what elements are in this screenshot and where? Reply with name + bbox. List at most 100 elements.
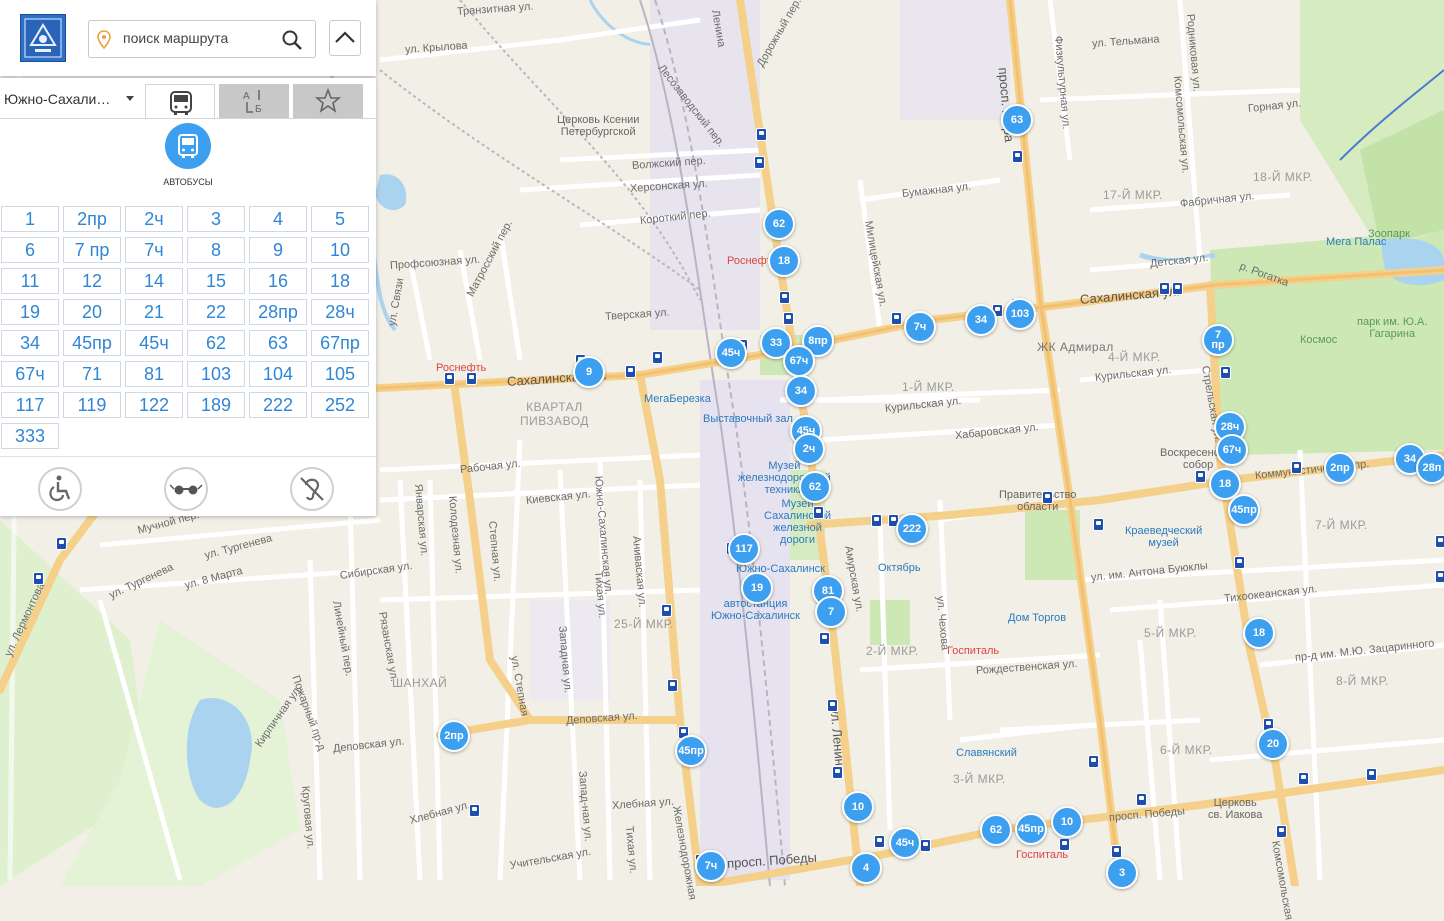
- route-button[interactable]: 222: [249, 392, 307, 418]
- bus-stop-icon[interactable]: [466, 372, 477, 385]
- route-button[interactable]: 189: [187, 392, 245, 418]
- wheelchair-filter-button[interactable]: [38, 467, 82, 511]
- route-button[interactable]: 12: [63, 268, 121, 294]
- bus-stop-icon[interactable]: [1195, 470, 1206, 483]
- bus-type-button[interactable]: [165, 123, 211, 169]
- route-marker[interactable]: 18: [1243, 617, 1275, 649]
- route-marker[interactable]: 45ч: [889, 827, 921, 859]
- route-marker[interactable]: 3: [1106, 857, 1138, 889]
- route-button[interactable]: 28ч: [311, 299, 369, 325]
- tab-a-to-b[interactable]: AБ: [219, 84, 289, 118]
- route-button[interactable]: 22: [187, 299, 245, 325]
- route-button[interactable]: 7 пр: [63, 237, 121, 263]
- route-button[interactable]: 6: [1, 237, 59, 263]
- route-marker[interactable]: 67ч: [1216, 434, 1248, 466]
- route-marker[interactable]: 28п: [1416, 452, 1444, 484]
- bus-stop-icon[interactable]: [756, 128, 767, 141]
- bus-stop-icon[interactable]: [783, 312, 794, 325]
- route-marker[interactable]: 7ч: [695, 850, 727, 882]
- route-marker[interactable]: 7 пр: [1202, 324, 1234, 356]
- bus-stop-icon[interactable]: [1291, 461, 1302, 474]
- route-button[interactable]: 122: [125, 392, 183, 418]
- route-marker[interactable]: 103: [1004, 298, 1036, 330]
- route-button[interactable]: 3: [187, 206, 245, 232]
- bus-stop-icon[interactable]: [1159, 282, 1170, 295]
- bus-stop-icon[interactable]: [33, 572, 44, 585]
- bus-stop-icon[interactable]: [1220, 366, 1231, 379]
- route-marker[interactable]: 45пр: [1015, 813, 1047, 845]
- route-button[interactable]: 16: [249, 268, 307, 294]
- route-button[interactable]: 4: [249, 206, 307, 232]
- route-button[interactable]: 105: [311, 361, 369, 387]
- route-marker[interactable]: 62: [799, 471, 831, 503]
- route-marker[interactable]: 34: [965, 304, 997, 336]
- hearing-filter-button[interactable]: [290, 467, 334, 511]
- bus-stop-icon[interactable]: [1276, 825, 1287, 838]
- route-button[interactable]: 14: [125, 268, 183, 294]
- route-button[interactable]: 67ч: [1, 361, 59, 387]
- route-marker[interactable]: 2пр: [1324, 452, 1356, 484]
- route-button[interactable]: 45ч: [125, 330, 183, 356]
- bus-stop-icon[interactable]: [1366, 768, 1377, 781]
- route-marker[interactable]: 62: [980, 814, 1012, 846]
- bus-stop-icon[interactable]: [652, 351, 663, 364]
- bus-stop-icon[interactable]: [920, 839, 931, 852]
- bus-stop-icon[interactable]: [874, 835, 885, 848]
- route-button[interactable]: 34: [1, 330, 59, 356]
- bus-stop-icon[interactable]: [1093, 518, 1104, 531]
- city-selector[interactable]: Южно-Сахали…: [4, 91, 110, 107]
- bus-stop-icon[interactable]: [1172, 282, 1183, 295]
- route-button[interactable]: 63: [249, 330, 307, 356]
- bus-stop-icon[interactable]: [1042, 491, 1053, 504]
- route-button[interactable]: 103: [187, 361, 245, 387]
- bus-stop-icon[interactable]: [625, 365, 636, 378]
- tab-bus[interactable]: [145, 84, 215, 118]
- caret-down-icon[interactable]: [126, 96, 134, 101]
- route-marker[interactable]: 7: [815, 596, 847, 628]
- route-button[interactable]: 104: [249, 361, 307, 387]
- route-button[interactable]: 71: [63, 361, 121, 387]
- route-marker[interactable]: 34: [785, 375, 817, 407]
- bus-stop-icon[interactable]: [871, 514, 882, 527]
- route-button[interactable]: 5: [311, 206, 369, 232]
- route-button[interactable]: 21: [125, 299, 183, 325]
- bus-stop-icon[interactable]: [891, 312, 902, 325]
- bus-stop-icon[interactable]: [832, 766, 843, 779]
- route-marker[interactable]: 45пр: [675, 735, 707, 767]
- route-button[interactable]: 333: [1, 423, 59, 449]
- route-marker[interactable]: 10: [1051, 806, 1083, 838]
- collapse-panel-button[interactable]: [329, 20, 361, 56]
- route-marker[interactable]: 10: [842, 791, 874, 823]
- bus-stop-icon[interactable]: [1012, 150, 1023, 163]
- route-button[interactable]: 45пр: [63, 330, 121, 356]
- bus-stop-icon[interactable]: [1234, 556, 1245, 569]
- route-button[interactable]: 62: [187, 330, 245, 356]
- route-marker[interactable]: 9: [573, 356, 605, 388]
- route-marker[interactable]: 2пр: [438, 720, 470, 752]
- bus-stop-icon[interactable]: [813, 506, 824, 519]
- search-input[interactable]: [121, 29, 275, 47]
- route-marker[interactable]: 117: [728, 533, 760, 565]
- bus-stop-icon[interactable]: [1435, 535, 1444, 548]
- bus-stop-icon[interactable]: [754, 156, 765, 169]
- route-marker[interactable]: 45пр: [1228, 494, 1260, 526]
- route-button[interactable]: 11: [1, 268, 59, 294]
- route-button[interactable]: 20: [63, 299, 121, 325]
- route-marker[interactable]: 67ч: [783, 345, 815, 377]
- route-button[interactable]: 67пр: [311, 330, 369, 356]
- bus-stop-icon[interactable]: [827, 699, 838, 712]
- route-marker[interactable]: 45ч: [715, 337, 747, 369]
- route-button[interactable]: 81: [125, 361, 183, 387]
- city-logo[interactable]: [20, 14, 66, 62]
- bus-stop-icon[interactable]: [1435, 570, 1444, 583]
- bus-stop-icon[interactable]: [1088, 755, 1099, 768]
- search-icon[interactable]: [281, 29, 303, 56]
- bus-stop-icon[interactable]: [779, 291, 790, 304]
- route-marker[interactable]: 18: [768, 245, 800, 277]
- route-button[interactable]: 18: [311, 268, 369, 294]
- route-marker[interactable]: 222: [896, 513, 928, 545]
- low-vision-filter-button[interactable]: [164, 467, 208, 511]
- route-button[interactable]: 2ч: [125, 206, 183, 232]
- route-marker[interactable]: 62: [763, 208, 795, 240]
- route-marker[interactable]: 4: [850, 852, 882, 884]
